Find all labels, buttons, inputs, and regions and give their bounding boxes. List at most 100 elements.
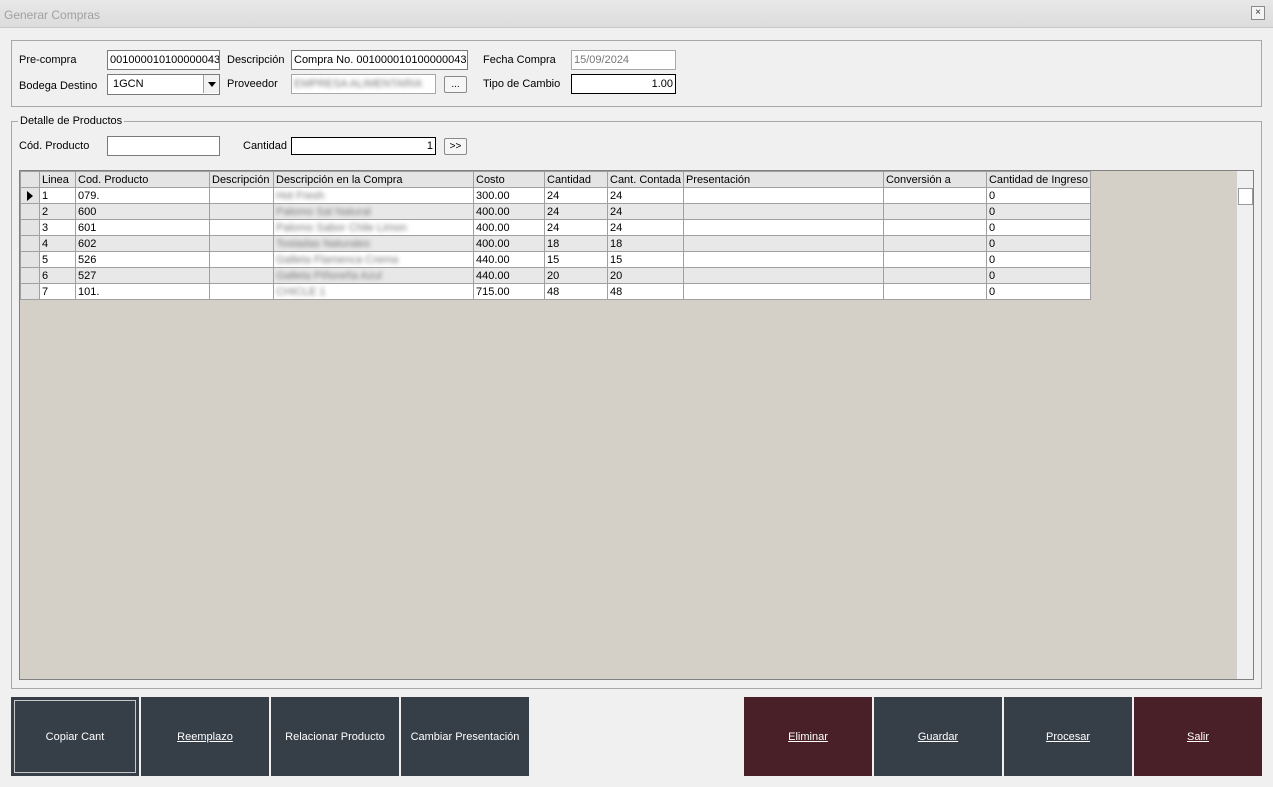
guardar-button[interactable]: Guardar [874,697,1002,776]
cell-cantidad-ingreso[interactable]: 0 [985,251,1092,268]
eliminar-button[interactable]: Eliminar [744,697,872,776]
cell-costo[interactable]: 300.00 [473,187,545,204]
cell-conversion[interactable] [882,219,987,236]
cell-cod-producto[interactable]: 526 [75,251,210,268]
reemplazo-button[interactable]: Reemplazo [141,697,269,776]
cell-cantidad-ingreso[interactable]: 0 [985,203,1092,220]
cell-cant-contada[interactable]: 24 [607,187,684,204]
col-header-costo[interactable]: Costo [473,171,545,188]
table-row[interactable]: 4 602 Tostadas Naturales 400.00 18 18 0 [20,235,1092,252]
bodega-destino-select[interactable]: 1GCN [107,74,220,95]
descripcion-field[interactable]: Compra No. 0010000101000000435 [291,50,468,70]
cell-descripcion[interactable] [209,283,274,300]
cell-cant-contada[interactable]: 24 [607,219,684,236]
col-header-cantidad[interactable]: Cantidad [544,171,608,188]
cell-conversion[interactable] [882,267,987,284]
cell-cantidad-ingreso[interactable]: 0 [985,235,1092,252]
cell-costo[interactable]: 440.00 [473,267,545,284]
fecha-compra-field[interactable]: 15/09/2024 [571,50,676,70]
add-product-button[interactable]: >> [444,138,467,155]
table-row[interactable]: 5 526 Galleta Flamenca Crema 440.00 15 1… [20,251,1092,268]
cell-presentacion[interactable] [682,187,884,204]
cell-cod-producto[interactable]: 601 [75,219,210,236]
scrollbar-thumb[interactable] [1238,188,1253,205]
cell-cantidad[interactable]: 24 [544,203,608,220]
table-row[interactable]: 7 101. CHICLE 1 715.00 48 48 0 [20,283,1092,300]
cell-conversion[interactable] [882,251,987,268]
cell-presentacion[interactable] [682,251,884,268]
cell-cant-contada[interactable]: 24 [607,203,684,220]
cell-cod-producto[interactable]: 527 [75,267,210,284]
cell-cantidad-ingreso[interactable]: 0 [985,267,1092,284]
col-header-cant-contada[interactable]: Cant. Contada [607,171,684,188]
cell-linea[interactable]: 6 [39,267,76,284]
cell-cantidad[interactable]: 20 [544,267,608,284]
cell-linea[interactable]: 5 [39,251,76,268]
cell-conversion[interactable] [882,203,987,220]
table-row[interactable]: 2 600 Palomo Sal Natural 400.00 24 24 0 [20,203,1092,220]
cell-descripcion-compra[interactable]: Tostadas Naturales [273,235,474,252]
close-icon[interactable]: × [1251,6,1265,20]
col-header-conversion[interactable]: Conversión a [882,171,987,188]
cell-linea[interactable]: 2 [39,203,76,220]
cell-linea[interactable]: 7 [39,283,76,300]
cell-descripcion-compra[interactable]: Galleta Piñoreña Azul [273,267,474,284]
cell-linea[interactable]: 3 [39,219,76,236]
cell-descripcion-compra[interactable]: CHICLE 1 [273,283,474,300]
products-grid[interactable]: Linea Cod. Producto Descripción Descripc… [19,170,1254,680]
proveedor-field[interactable]: EMPRESA ALIMENTARIA [291,74,436,94]
table-row[interactable]: 6 527 Galleta Piñoreña Azul 440.00 20 20… [20,267,1092,284]
row-selector[interactable] [20,219,40,236]
relacionar-producto-button[interactable]: Relacionar Producto [271,697,399,776]
cell-cantidad-ingreso[interactable]: 0 [985,219,1092,236]
row-selector[interactable] [20,235,40,252]
table-row[interactable]: 1 079. Hot Fresh 300.00 24 24 0 [20,187,1092,204]
tipo-cambio-field[interactable]: 1.00 [571,74,676,94]
salir-button[interactable]: Salir [1134,697,1262,776]
cell-conversion[interactable] [882,283,987,300]
row-selector[interactable] [20,267,40,284]
cell-cantidad[interactable]: 48 [544,283,608,300]
cell-presentacion[interactable] [682,235,884,252]
cell-conversion[interactable] [882,187,987,204]
cell-cod-producto[interactable]: 101. [75,283,210,300]
col-header-presentacion[interactable]: Presentación [682,171,884,188]
cell-descripcion-compra[interactable]: Palomo Sabor Chile Limon [273,219,474,236]
cell-costo[interactable]: 715.00 [473,283,545,300]
cell-costo[interactable]: 440.00 [473,251,545,268]
cell-descripcion-compra[interactable]: Palomo Sal Natural [273,203,474,220]
cod-producto-input[interactable] [107,136,220,156]
cell-cant-contada[interactable]: 48 [607,283,684,300]
cell-cod-producto[interactable]: 602 [75,235,210,252]
table-row[interactable]: 3 601 Palomo Sabor Chile Limon 400.00 24… [20,219,1092,236]
cell-cantidad[interactable]: 15 [544,251,608,268]
cell-descripcion[interactable] [209,219,274,236]
copiar-cant-button[interactable]: Copiar Cant [11,697,139,776]
cantidad-input[interactable]: 1 [291,137,436,155]
cell-descripcion-compra[interactable]: Hot Fresh [273,187,474,204]
cell-descripcion[interactable] [209,235,274,252]
cambiar-presentacion-button[interactable]: Cambiar Presentación [401,697,529,776]
cell-descripcion[interactable] [209,203,274,220]
precompra-field[interactable]: 0010000101000000435 [107,50,220,70]
cell-cantidad[interactable]: 18 [544,235,608,252]
cell-linea[interactable]: 4 [39,235,76,252]
cell-cantidad-ingreso[interactable]: 0 [985,187,1092,204]
chevron-down-icon[interactable] [203,75,219,93]
cell-cant-contada[interactable]: 18 [607,235,684,252]
col-header-descripcion-compra[interactable]: Descripción en la Compra [273,171,474,188]
cell-cod-producto[interactable]: 600 [75,203,210,220]
proveedor-search-button[interactable]: ... [444,76,467,93]
cell-cantidad[interactable]: 24 [544,187,608,204]
grid-vertical-scrollbar[interactable] [1236,171,1253,679]
cell-descripcion[interactable] [209,187,274,204]
row-selector[interactable] [20,187,40,204]
cell-presentacion[interactable] [682,267,884,284]
cell-costo[interactable]: 400.00 [473,235,545,252]
row-selector[interactable] [20,283,40,300]
cell-descripcion[interactable] [209,267,274,284]
cell-descripcion-compra[interactable]: Galleta Flamenca Crema [273,251,474,268]
col-header-cantidad-ingreso[interactable]: Cantidad de Ingreso [985,171,1092,188]
cell-conversion[interactable] [882,235,987,252]
cell-cantidad-ingreso[interactable]: 0 [985,283,1092,300]
